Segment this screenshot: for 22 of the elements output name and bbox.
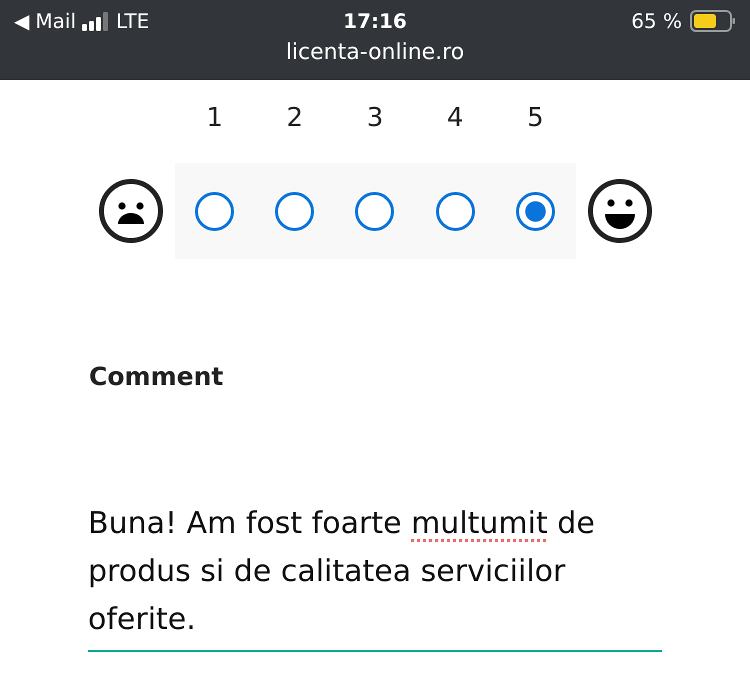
battery-percent: 65 %: [631, 9, 682, 33]
rating-label: 4: [446, 103, 464, 133]
sad-face-icon: [98, 179, 162, 243]
radio-button[interactable]: [195, 192, 234, 230]
network-label: LTE: [116, 9, 150, 33]
radio-button[interactable]: [516, 192, 555, 230]
back-app-label[interactable]: Mail: [35, 9, 76, 33]
signal-icon: [82, 11, 110, 31]
rating-label: 5: [527, 103, 544, 133]
rating-label: 2: [286, 103, 304, 133]
battery-icon: [690, 10, 736, 32]
clock-time: 17:16: [343, 9, 407, 33]
radio-button[interactable]: [275, 192, 314, 230]
rating-label: 3: [366, 103, 384, 133]
back-arrow[interactable]: ◀: [14, 9, 30, 33]
radio-button[interactable]: [355, 192, 394, 230]
rating-label: 1: [206, 103, 223, 133]
radio-button[interactable]: [436, 192, 475, 230]
url-text[interactable]: licenta-online.ro: [286, 40, 464, 65]
comment-field[interactable]: Buna! Am fost foarte multumit de produs si de calitatea serviciilor oferite.: [88, 500, 662, 652]
comment-label: Comment: [89, 361, 224, 393]
smiling-face-icon: [588, 179, 652, 243]
